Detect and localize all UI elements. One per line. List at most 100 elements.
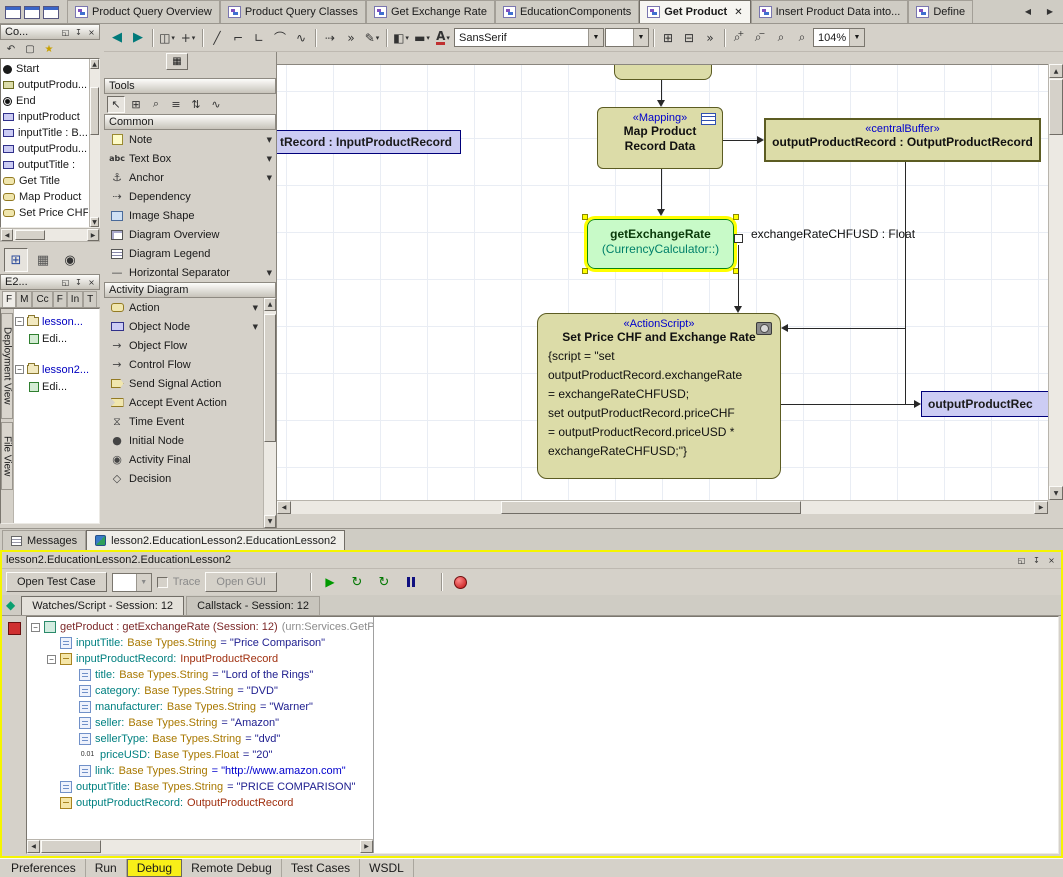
tab-deployment-view[interactable]: Deployment View bbox=[1, 313, 13, 419]
open-test-case-button[interactable]: Open Test Case bbox=[6, 572, 107, 592]
scroll-right-icon[interactable]: ▶ bbox=[87, 229, 99, 241]
tree-item-set-price-chf[interactable]: Set Price CHF bbox=[3, 205, 88, 221]
float-panel-icon[interactable]: ◱ bbox=[60, 277, 71, 288]
tab-remote-debug[interactable]: Remote Debug bbox=[182, 859, 282, 877]
explorer-tab[interactable]: In bbox=[67, 291, 83, 307]
palette-item-accept-event[interactable]: Accept Event Action bbox=[104, 393, 262, 412]
palette-header-common[interactable]: Common bbox=[104, 114, 276, 130]
tab-lesson2-session[interactable]: lesson2.EducationLesson2.EducationLesson… bbox=[86, 530, 345, 550]
zoom-tool-button[interactable]: ⌕ bbox=[147, 96, 165, 113]
tab-get-product[interactable]: Get Product✕ bbox=[639, 0, 750, 23]
font-color-button[interactable]: A▾ bbox=[433, 28, 453, 48]
watch-row-link[interactable]: link:Base Types.String= "http://www.amaz… bbox=[27, 763, 373, 779]
watch-row-outputproductrecord[interactable]: outputProductRecord:OutputProductRecord bbox=[27, 795, 373, 811]
chevron-down-icon[interactable]: ▼ bbox=[253, 304, 258, 312]
scroll-right-icon[interactable]: ▶ bbox=[360, 840, 373, 853]
control-flow-edge[interactable] bbox=[661, 80, 662, 100]
chevron-down-icon[interactable]: ▼ bbox=[267, 136, 272, 144]
bezier-path-button[interactable]: ⌒ bbox=[270, 28, 290, 48]
float-panel-icon[interactable]: ◱ bbox=[1016, 555, 1027, 566]
palette-item-note[interactable]: Note▼ bbox=[104, 130, 276, 149]
rerun-session-button[interactable]: ↻ bbox=[346, 572, 368, 592]
forward-button[interactable]: ▶ bbox=[128, 28, 148, 48]
back-history-icon[interactable]: ↶ bbox=[3, 42, 19, 57]
output-pin[interactable] bbox=[734, 234, 743, 243]
collapse-icon[interactable]: − bbox=[15, 317, 24, 326]
tree-item-outputproduct[interactable]: outputProdu... bbox=[3, 141, 88, 157]
tree-item-lesson2[interactable]: −lesson2... bbox=[15, 361, 99, 378]
palette-item-decision[interactable]: ◇Decision bbox=[104, 469, 262, 488]
canvas-horizontal-scrollbar[interactable]: ◀ ▶ bbox=[277, 500, 1048, 514]
containment-vertical-scrollbar[interactable]: ▲ ▼ bbox=[89, 59, 99, 227]
tree-item-educationlesson2[interactable]: Edi... bbox=[15, 378, 99, 395]
chevron-down-icon[interactable]: ▼ bbox=[267, 174, 272, 182]
scroll-down-icon[interactable]: ▼ bbox=[264, 515, 276, 528]
open-gui-button[interactable]: Open GUI bbox=[205, 572, 277, 592]
tab-watches-script[interactable]: Watches/Script - Session: 12 bbox=[21, 596, 184, 615]
watch-row-inputproductrecord[interactable]: −inputProductRecord:InputProductRecord bbox=[27, 651, 373, 667]
oblique-path-button[interactable]: ╱ bbox=[207, 28, 227, 48]
collapse-icon[interactable]: − bbox=[15, 365, 24, 374]
collapse-icon[interactable]: − bbox=[31, 623, 40, 632]
pin-panel-icon[interactable]: ↧ bbox=[73, 27, 84, 38]
mapping-script-icon[interactable] bbox=[701, 113, 716, 125]
scroll-left-icon[interactable]: ◀ bbox=[1, 229, 13, 241]
palette-item-text-box[interactable]: abcText Box▼ bbox=[104, 149, 276, 168]
pen-button[interactable]: ✎▾ bbox=[362, 28, 382, 48]
scroll-up-icon[interactable]: ▲ bbox=[90, 59, 99, 69]
chevron-down-icon[interactable]: ▼ bbox=[588, 29, 603, 46]
palette-header-tools[interactable]: Tools bbox=[104, 78, 276, 94]
align-tool-button[interactable]: ≡ bbox=[167, 96, 185, 113]
tab-run[interactable]: Run bbox=[86, 859, 127, 877]
tree-item-educationlesson[interactable]: Edi... bbox=[15, 330, 99, 347]
selection-handle[interactable] bbox=[733, 214, 739, 220]
add-shape-button[interactable]: +▾ bbox=[178, 28, 198, 48]
explorer-tab[interactable]: M bbox=[16, 291, 32, 307]
object-flow-edge[interactable] bbox=[905, 162, 906, 404]
font-family-select[interactable]: SansSerif▼ bbox=[454, 28, 604, 47]
rounded-path-button[interactable]: ∟ bbox=[249, 28, 269, 48]
tab-file-view[interactable]: File View bbox=[1, 422, 13, 490]
scrollbar-thumb[interactable] bbox=[501, 501, 801, 514]
spline-path-button[interactable]: ∿ bbox=[291, 28, 311, 48]
tab-educationcomponents[interactable]: EducationComponents bbox=[495, 0, 639, 23]
chevron-down-icon[interactable]: ▼ bbox=[267, 269, 272, 277]
watches-tree-panel[interactable]: −getProduct : getExchangeRate (Session: … bbox=[26, 616, 1059, 854]
tree-item-get-title[interactable]: Get Title bbox=[3, 173, 88, 189]
palette-item-dependency[interactable]: ⇢Dependency bbox=[104, 187, 276, 206]
tab-wsdl[interactable]: WSDL bbox=[360, 859, 414, 877]
zoom-out-button[interactable]: ⌕− bbox=[750, 28, 770, 48]
distribute-tool-button[interactable]: ⇅ bbox=[187, 96, 205, 113]
scrollbar-thumb[interactable] bbox=[41, 840, 101, 853]
session-select[interactable]: ▼ bbox=[112, 573, 152, 592]
palette-item-activity-final[interactable]: ◉Activity Final bbox=[104, 450, 262, 469]
scroll-left-icon[interactable]: ◀ bbox=[277, 501, 291, 514]
overview-view-button[interactable]: ◉ bbox=[58, 248, 82, 272]
paste-style-button[interactable]: ⊞ bbox=[658, 28, 678, 48]
scrollbar-thumb[interactable] bbox=[15, 230, 45, 240]
line-color-button[interactable]: ▬▾ bbox=[412, 28, 432, 48]
diagrams-view-button[interactable]: ▦ bbox=[31, 248, 55, 272]
scroll-right-icon[interactable]: ▶ bbox=[1034, 501, 1048, 514]
route-tool-button[interactable]: ∿ bbox=[207, 96, 225, 113]
diagram-canvas[interactable]: tRecord : InputProductRecord «Mapping» M… bbox=[277, 64, 1048, 500]
chevron-down-icon[interactable]: ▼ bbox=[267, 155, 272, 163]
trace-checkbox[interactable] bbox=[157, 577, 168, 588]
tab-messages[interactable]: Messages bbox=[2, 530, 86, 550]
palette-item-time-event[interactable]: ⧖Time Event bbox=[104, 412, 262, 431]
back-button[interactable]: ◀ bbox=[107, 28, 127, 48]
close-tab-icon[interactable]: ✕ bbox=[734, 7, 742, 18]
zoom-in-button[interactable]: ⌕+ bbox=[729, 28, 749, 48]
input-product-record-node[interactable]: tRecord : InputProductRecord bbox=[277, 130, 461, 154]
filter-criteria-icon[interactable]: ▢ bbox=[22, 42, 38, 57]
watch-row-manufacturer[interactable]: manufacturer:Base Types.String= "Warner" bbox=[27, 699, 373, 715]
canvas-vertical-scrollbar[interactable]: ▲ ▼ bbox=[1048, 64, 1063, 500]
watch-row-sellertype[interactable]: sellerType:Base Types.String= "dvd" bbox=[27, 731, 373, 747]
watch-row-seller[interactable]: seller:Base Types.String= "Amazon" bbox=[27, 715, 373, 731]
fill-color-button[interactable]: ◧▾ bbox=[391, 28, 411, 48]
close-panel-icon[interactable]: × bbox=[86, 27, 97, 38]
zoom-selection-button[interactable]: ⌕ bbox=[792, 28, 812, 48]
palette-item-control-flow[interactable]: →Control Flow bbox=[104, 355, 262, 374]
chevron-down-icon[interactable]: ▼ bbox=[253, 323, 258, 331]
close-panel-icon[interactable]: × bbox=[86, 277, 97, 288]
